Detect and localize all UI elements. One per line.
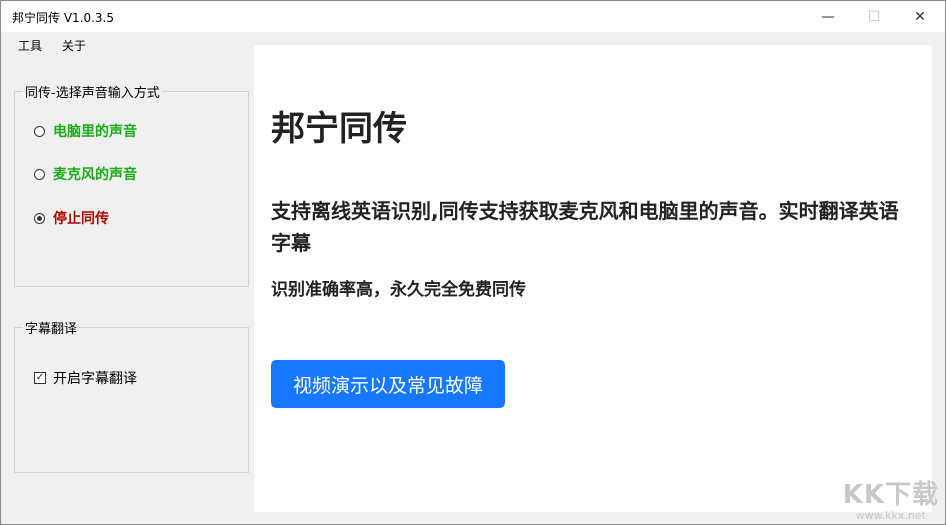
maximize-button[interactable]: ☐ xyxy=(851,1,897,32)
radio-button[interactable] xyxy=(34,125,45,137)
title-bar[interactable]: 邦宁同传 V1.0.3.5 — ☐ ✕ xyxy=(1,1,945,32)
input-source-group: 同传-选择声音输入方式 电脑里的声音 麦克风的声音 停止同传 xyxy=(14,82,249,287)
radio-computer-audio[interactable]: 电脑里的声音 xyxy=(34,121,137,141)
radio-microphone-audio[interactable]: 麦克风的声音 xyxy=(34,164,137,184)
radio-stop-interpretation[interactable]: 停止同传 xyxy=(34,208,109,228)
description-text: 支持离线英语识别,同传支持获取麦克风和电脑里的声音。实时翻译英语字幕 xyxy=(271,199,899,255)
subtitle-translation-group: 字幕翻译 ✓ 开启字幕翻译 xyxy=(14,318,249,473)
app-window: 邦宁同传 V1.0.3.5 — ☐ ✕ 工具 关于 同传-选择声音输入方式 电脑… xyxy=(0,0,946,525)
watermark-url: www.kkx.net xyxy=(855,509,926,522)
close-icon: ✕ xyxy=(914,8,926,25)
maximize-icon: ☐ xyxy=(867,8,881,25)
subtitle-translation-legend: 字幕翻译 xyxy=(23,318,80,337)
radio-label: 麦克风的声音 xyxy=(53,167,137,183)
radio-button[interactable] xyxy=(34,212,45,224)
window-title: 邦宁同传 V1.0.3.5 xyxy=(12,11,115,25)
radio-label: 电脑里的声音 xyxy=(53,124,137,140)
watermark-logo: KK下载 www.kkx.net xyxy=(843,482,939,521)
radio-label: 停止同传 xyxy=(53,211,109,227)
subtitle-translation-option[interactable]: ✓ 开启字幕翻译 xyxy=(34,368,137,388)
subtitle-translation-checkbox[interactable]: ✓ xyxy=(34,372,46,384)
menu-item-about[interactable]: 关于 xyxy=(62,37,86,54)
close-button[interactable]: ✕ xyxy=(897,1,943,32)
minimize-icon: — xyxy=(821,8,835,25)
menu-item-tools[interactable]: 工具 xyxy=(18,37,42,54)
checkbox-label: 开启字幕翻译 xyxy=(53,371,137,387)
watermark-main: KK下载 xyxy=(842,480,939,510)
radio-button[interactable] xyxy=(34,168,45,180)
checkmark-icon: ✓ xyxy=(35,372,45,383)
video-demo-button[interactable]: 视频演示以及常见故障 xyxy=(271,360,505,408)
info-panel: 邦宁同传 支持离线英语识别,同传支持获取麦克风和电脑里的声音。实时翻译英语字幕 … xyxy=(254,45,932,512)
accuracy-text: 识别准确率高，永久完全免费同传 xyxy=(271,280,526,300)
input-source-legend: 同传-选择声音输入方式 xyxy=(23,82,162,101)
page-title: 邦宁同传 xyxy=(271,109,407,149)
minimize-button[interactable]: — xyxy=(805,1,851,32)
